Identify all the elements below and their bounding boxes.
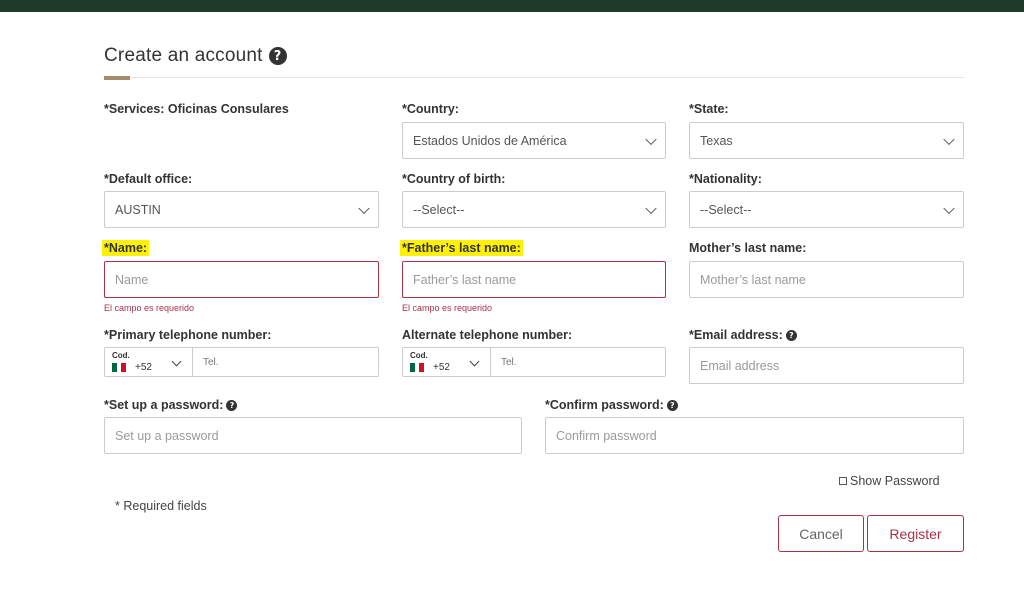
email-label-text: *Email address: xyxy=(689,328,783,342)
primary-phone-input[interactable]: Tel. xyxy=(193,348,378,376)
page-title-text: Create an account xyxy=(104,45,263,66)
country-code: +52 xyxy=(135,362,152,373)
register-button[interactable]: Register xyxy=(867,515,964,552)
chevron-down-icon xyxy=(645,202,657,214)
country-select-value: Estados Unidos de América xyxy=(413,133,567,148)
confirm-password-placeholder: Confirm password xyxy=(556,428,657,443)
nationality-select[interactable]: --Select-- xyxy=(689,191,964,228)
show-password-toggle[interactable]: Show Password xyxy=(839,474,940,488)
chevron-down-icon xyxy=(469,356,480,367)
default-office-value: AUSTIN xyxy=(115,202,161,217)
nationality-value: --Select-- xyxy=(700,202,752,217)
state-label: *State: xyxy=(689,102,729,116)
title-accent-bar xyxy=(104,76,130,80)
confirm-password-label-text: *Confirm password: xyxy=(545,398,664,412)
country-of-birth-value: --Select-- xyxy=(413,202,465,217)
chevron-down-icon xyxy=(943,133,955,145)
services-label: *Services: Oficinas Consulares xyxy=(104,102,289,116)
alternate-phone-label: Alternate telephone number: xyxy=(402,328,573,342)
email-placeholder: Email address xyxy=(700,358,780,373)
mother-last-name-input[interactable]: Mother’s last name xyxy=(689,261,964,298)
country-label: *Country: xyxy=(402,102,459,116)
chevron-down-icon xyxy=(171,356,182,367)
country-of-birth-label: *Country of birth: xyxy=(402,172,506,186)
country-code: +52 xyxy=(433,362,450,373)
alternate-phone-input[interactable]: Tel. xyxy=(491,348,665,376)
primary-phone-placeholder: Tel. xyxy=(203,356,219,368)
chevron-down-icon xyxy=(943,202,955,214)
alternate-phone-group: Cod. +52 Tel. xyxy=(402,347,666,377)
question-circle-icon[interactable]: ? xyxy=(268,47,287,65)
code-label: Cod. xyxy=(410,351,428,360)
name-placeholder: Name xyxy=(115,272,149,287)
show-password-checkbox[interactable] xyxy=(839,477,847,485)
nationality-label: *Nationality: xyxy=(689,172,762,186)
father-last-name-label-text: *Father’s last name: xyxy=(400,240,523,256)
question-circle-icon[interactable]: ? xyxy=(226,400,238,411)
confirm-password-input[interactable]: Confirm password xyxy=(545,417,964,454)
email-label: *Email address:? xyxy=(689,328,797,342)
alternate-phone-code-select[interactable]: Cod. +52 xyxy=(403,348,491,376)
top-bar xyxy=(0,0,1024,12)
chevron-down-icon xyxy=(358,202,370,214)
state-select-value: Texas xyxy=(700,133,733,148)
father-last-name-input[interactable]: Father’s last name xyxy=(402,261,666,298)
code-label: Cod. xyxy=(112,351,130,360)
show-password-label: Show Password xyxy=(850,474,940,488)
title-divider xyxy=(104,77,964,78)
country-of-birth-select[interactable]: --Select-- xyxy=(402,191,666,228)
name-label: *Name: xyxy=(102,240,150,256)
cancel-button[interactable]: Cancel xyxy=(778,515,864,552)
primary-phone-code-select[interactable]: Cod. +52 xyxy=(105,348,193,376)
mother-last-name-label: Mother’s last name: xyxy=(689,241,807,255)
chevron-down-icon xyxy=(645,133,657,145)
question-circle-icon[interactable]: ? xyxy=(785,330,797,341)
primary-phone-label: *Primary telephone number: xyxy=(104,328,272,342)
default-office-label: *Default office: xyxy=(104,172,193,186)
mother-last-name-placeholder: Mother’s last name xyxy=(700,272,806,287)
confirm-password-label: *Confirm password:? xyxy=(545,398,678,412)
country-select[interactable]: Estados Unidos de América xyxy=(402,122,666,159)
mexico-flag-icon xyxy=(410,363,425,372)
required-fields-note: * Required fields xyxy=(115,499,207,513)
default-office-select[interactable]: AUSTIN xyxy=(104,191,379,228)
father-last-name-error: El campo es requerido xyxy=(402,303,493,313)
page-title: Create an account ? xyxy=(104,45,287,67)
password-input[interactable]: Set up a password xyxy=(104,417,522,454)
name-label-text: *Name: xyxy=(102,240,150,256)
father-last-name-label: *Father’s last name: xyxy=(400,240,523,256)
name-input[interactable]: Name xyxy=(104,261,379,298)
password-label-text: *Set up a password: xyxy=(104,398,224,412)
alternate-phone-placeholder: Tel. xyxy=(501,356,517,368)
email-input[interactable]: Email address xyxy=(689,347,964,384)
name-error: El campo es requerido xyxy=(104,303,195,313)
father-last-name-placeholder: Father’s last name xyxy=(413,272,517,287)
state-select[interactable]: Texas xyxy=(689,122,964,159)
mexico-flag-icon xyxy=(112,363,127,372)
password-label: *Set up a password:? xyxy=(104,398,238,412)
primary-phone-group: Cod. +52 Tel. xyxy=(104,347,379,377)
question-circle-icon[interactable]: ? xyxy=(666,400,678,411)
password-placeholder: Set up a password xyxy=(115,428,219,443)
